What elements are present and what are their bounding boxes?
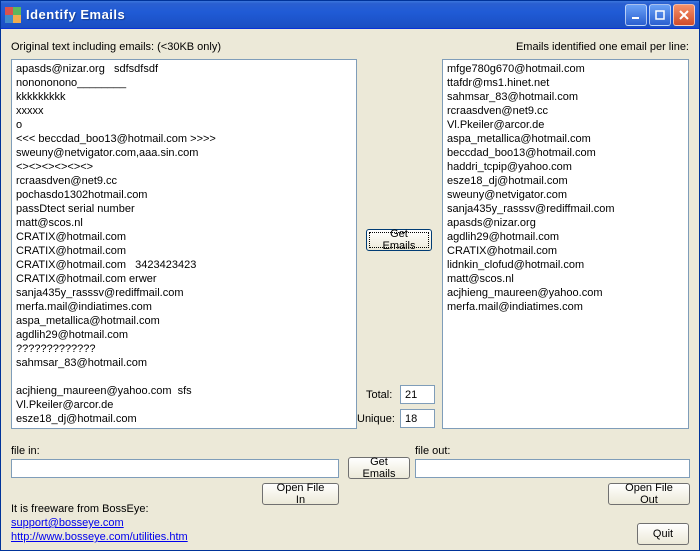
open-file-in-button[interactable]: Open File In [262,483,339,505]
utilities-link[interactable]: http://www.bosseye.com/utilities.htm [11,531,188,543]
get-emails-button[interactable]: Get Emails [366,229,432,251]
file-out-label: file out: [415,445,450,457]
window-title: Identify Emails [26,7,625,22]
emails-identified-label: Emails identified one email per line: [516,41,689,53]
total-field[interactable] [400,385,435,404]
identified-emails-area[interactable] [442,59,689,429]
unique-field[interactable] [400,409,435,428]
support-link[interactable]: support@bosseye.com [11,517,124,529]
original-text-area[interactable] [11,59,357,429]
quit-button[interactable]: Quit [637,523,689,545]
close-button[interactable] [673,4,695,26]
maximize-button[interactable] [649,4,671,26]
file-in-label: file in: [11,445,40,457]
get-emails-file-button[interactable]: Get Emails [348,457,410,479]
open-file-out-button[interactable]: Open File Out [608,483,690,505]
total-label: Total: [366,389,392,401]
title-bar: Identify Emails [1,1,699,29]
app-icon [5,7,21,23]
original-text-label: Original text including emails: (<30KB o… [11,41,221,53]
unique-label: Unique: [357,413,395,425]
freeware-label: It is freeware from BossEye: [11,503,149,515]
file-out-field[interactable] [415,459,690,478]
minimize-button[interactable] [625,4,647,26]
client-area: Original text including emails: (<30KB o… [1,29,699,550]
file-in-field[interactable] [11,459,339,478]
app-window: Identify Emails Original text including … [0,0,700,551]
window-controls [625,4,695,26]
